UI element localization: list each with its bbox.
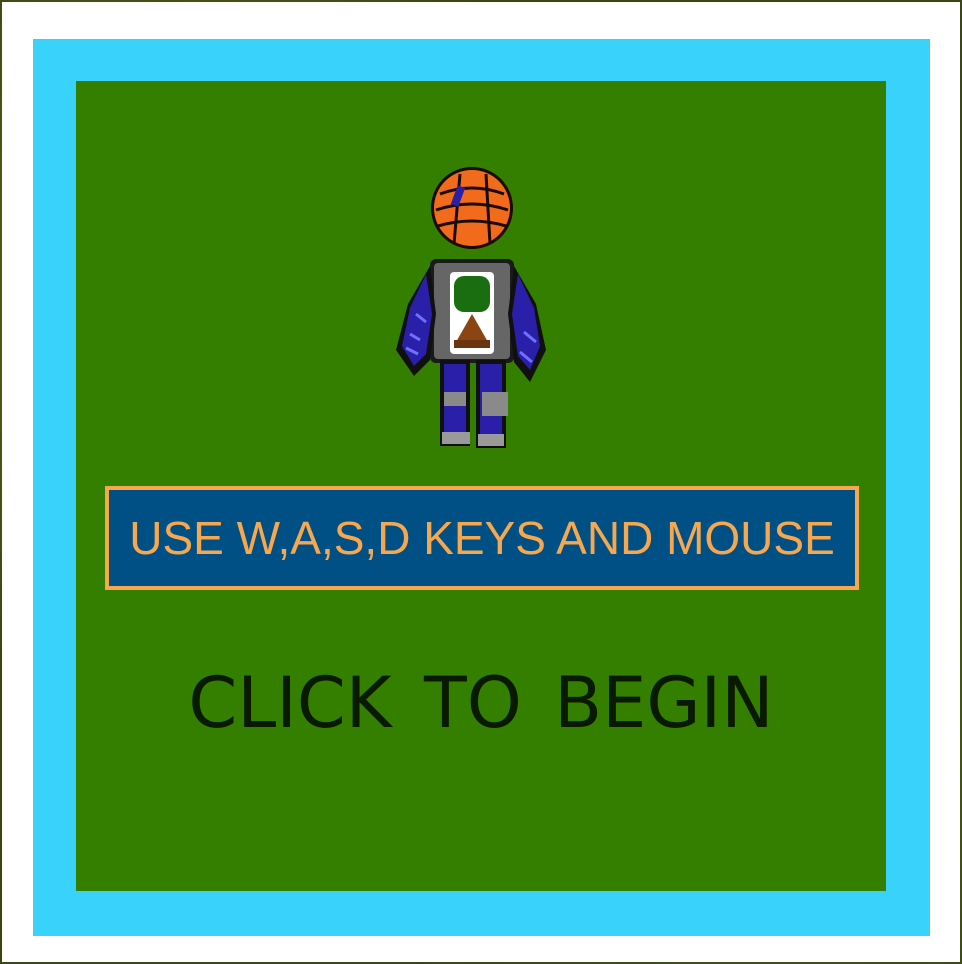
controls-instruction-text: USE W,A,S,D KEYS AND MOUSE: [129, 512, 835, 564]
click-to-begin-button[interactable]: CLICK TO BEGIN: [76, 668, 886, 738]
legs: [440, 360, 508, 448]
game-stage: USE W,A,S,D KEYS AND MOUSE CLICK TO BEGI…: [0, 0, 962, 964]
right-arm: [508, 266, 546, 382]
pumpkin-head-character-icon: [396, 167, 546, 448]
armor-torso: [430, 259, 514, 363]
left-arm: [396, 266, 436, 376]
controls-instruction-box: USE W,A,S,D KEYS AND MOUSE: [105, 486, 859, 590]
pumpkin-head: [431, 167, 513, 249]
